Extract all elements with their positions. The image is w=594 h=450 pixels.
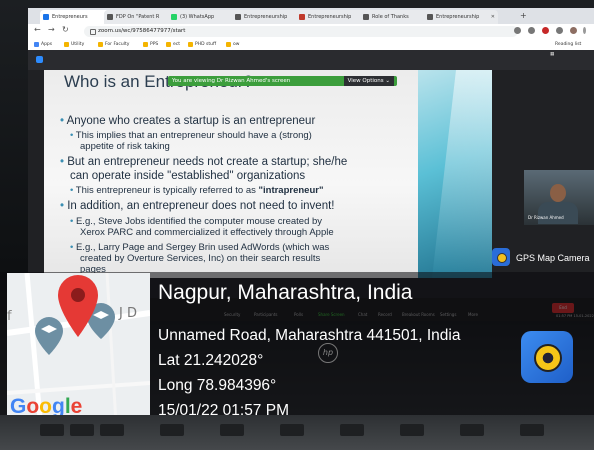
apps-icon (34, 42, 39, 47)
tab-1[interactable]: FDP On "Patent R✕ (104, 10, 178, 24)
slide-bullet-line: appetite of risk taking (80, 141, 170, 152)
slide-bullet-line: • This entrepreneur is typically referre… (70, 185, 324, 196)
gps-city: Nagpur, Maharashtra, India (158, 281, 413, 304)
slide-bullet-line: can operate inside "established" organiz… (70, 170, 306, 182)
url-input[interactable]: zoom.us/wc/97586477977/start (84, 26, 518, 37)
page-icon (235, 14, 241, 20)
chevron-down-icon: ⌄ (385, 78, 390, 84)
new-tab-button[interactable]: + (520, 11, 527, 20)
reading-list[interactable]: Reading list (548, 40, 581, 49)
folder-icon (143, 42, 148, 47)
slide-bullet-line: • This implies that an entrepreneur shou… (70, 130, 312, 141)
forward-icon[interactable]: → (48, 25, 55, 34)
keyboard-key (280, 424, 304, 436)
view-options-button[interactable]: View Options ⌄ (343, 76, 394, 86)
gps-longitude: Long 78.984396° (158, 377, 277, 394)
lock-icon[interactable] (90, 29, 96, 35)
tab-2[interactable]: (3) WhatsApp✕ (168, 10, 242, 24)
slide-bullet-line: • E.g., Steve Jobs identified the comput… (70, 216, 323, 227)
bookmark-for-faculty[interactable]: For Faculty (98, 40, 129, 49)
tab-5[interactable]: Role of Thanks✕ (360, 10, 434, 24)
tab-6[interactable]: Entrepreneurship ✕ (424, 10, 498, 24)
keyboard-key (160, 424, 184, 436)
page-icon (299, 14, 305, 20)
slide-bullet-line: • Anyone who creates a startup is an ent… (60, 115, 316, 127)
keyboard-key (70, 424, 94, 436)
slide-bullet-line: • But an entrepreneur needs not create a… (60, 156, 348, 168)
reload-icon[interactable]: ↻ (62, 25, 69, 34)
tab-4[interactable]: Entrepreneurship✕ (296, 10, 370, 24)
tab-bar: Entrepreneurs✕ FDP On "Patent R✕ (3) Wha… (28, 8, 594, 24)
speaker-view-button[interactable]: ▦ (550, 52, 554, 57)
hp-logo-icon: hp (318, 343, 338, 363)
keyboard-key (460, 424, 484, 436)
bookmark-utility[interactable]: Utility (64, 40, 84, 49)
slide-bullet-line: • E.g., Larry Page and Sergey Brin used … (70, 242, 330, 253)
puzzle-icon[interactable] (556, 27, 563, 34)
folder-icon (166, 42, 171, 47)
close-icon[interactable]: ✕ (491, 10, 495, 24)
map-label: J D (119, 306, 137, 321)
participant-face (550, 184, 566, 202)
keyboard-key (340, 424, 364, 436)
gps-latitude: Lat 21.242028° (158, 352, 264, 369)
tab-3[interactable]: Entrepreneurship✕ (232, 10, 306, 24)
camera-lens-icon (534, 344, 562, 372)
back-icon[interactable]: ← (34, 25, 41, 34)
menu-icon[interactable] (583, 27, 586, 34)
bullet-icon: • (60, 115, 67, 127)
slide-bullet-line: Xerox PARC and commercialized it effecti… (80, 227, 334, 238)
keyboard-key (520, 424, 544, 436)
tab-0[interactable]: Entrepreneurs✕ (40, 10, 114, 24)
share-icon[interactable] (514, 27, 521, 34)
keyboard-key (220, 424, 244, 436)
bookmark-apps[interactable]: Apps (34, 40, 52, 49)
participant-name: Dr Rizwan Ahmed (528, 215, 564, 220)
star-icon[interactable] (528, 27, 535, 34)
bookmark-pps[interactable]: PPS (143, 40, 158, 49)
bookmark-phd-stuff[interactable]: PHD stuff (188, 40, 216, 49)
folder-icon (188, 42, 193, 47)
folder-icon (98, 42, 103, 47)
slide-bullet-line: created by Overture Services, Inc) on th… (80, 253, 321, 264)
bookmark-ect[interactable]: ect (166, 40, 180, 49)
bookmark-ow[interactable]: ow (226, 40, 239, 49)
browser-window: Entrepreneurs✕ FDP On "Patent R✕ (3) Wha… (28, 8, 594, 321)
screen-share-banner: You are viewing Dr Rizwan Ahmed's screen… (168, 76, 397, 86)
avatar[interactable] (570, 27, 577, 34)
camera-lens-icon (497, 253, 507, 263)
shield-icon[interactable] (36, 56, 43, 63)
keyboard-key (400, 424, 424, 436)
gps-app-name: GPS Map Camera (516, 253, 590, 263)
zoom-top-bar (28, 50, 594, 70)
map-letter: f (7, 309, 12, 324)
participant-body (538, 202, 578, 224)
slide-bullet-line: • In addition, an entrepreneur does not … (60, 200, 335, 212)
page-icon (427, 14, 433, 20)
gps-address: Unnamed Road, Maharashtra 441501, India (158, 327, 461, 344)
extension-icon[interactable] (542, 27, 549, 34)
zoom-icon (43, 14, 49, 20)
keyboard-key (100, 424, 124, 436)
page-icon (107, 14, 113, 20)
page-icon (363, 14, 369, 20)
folder-icon (64, 42, 69, 47)
folder-icon (226, 42, 231, 47)
whatsapp-icon (171, 14, 177, 20)
keyboard-key (40, 424, 64, 436)
